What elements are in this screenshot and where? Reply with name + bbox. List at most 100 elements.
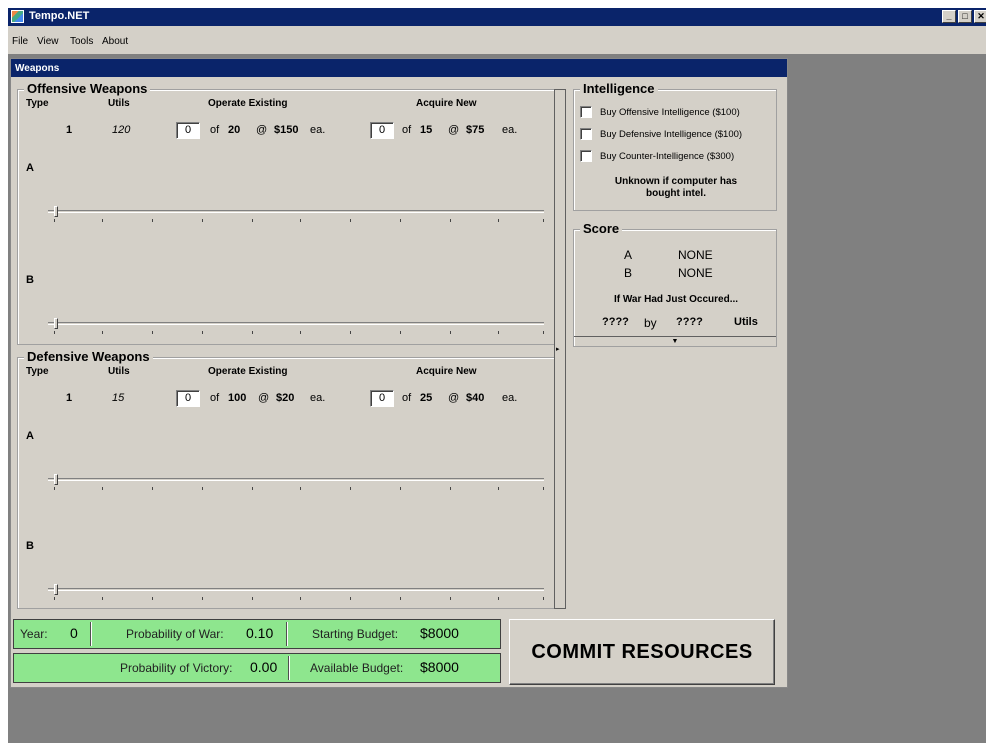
defensive-row-a-label: A — [26, 430, 34, 442]
defensive-acquire-ea: ea. — [502, 392, 518, 404]
menu-tools[interactable]: Tools — [70, 36, 93, 47]
defensive-type: 1 — [66, 392, 73, 404]
offensive-utils: 120 — [112, 124, 131, 136]
menu-file[interactable]: File — [12, 36, 28, 47]
minimize-button[interactable]: _ — [942, 10, 956, 23]
score-a-value: NONE — [678, 248, 713, 262]
intel-note-line2: bought intel. — [646, 188, 706, 199]
available-budget-label: Available Budget: — [310, 661, 404, 675]
score-by: by — [644, 316, 657, 330]
commit-resources-button[interactable]: COMMIT RESOURCES — [509, 619, 775, 685]
header-operate-existing: Operate Existing — [208, 366, 288, 377]
score-group: Score A NONE B NONE If War Had Just Occu… — [573, 221, 777, 347]
menu-about[interactable]: About — [102, 36, 128, 47]
header-utils: Utils — [108, 98, 130, 109]
offensive-acquire-ea: ea. — [502, 124, 518, 136]
offensive-weapons-group: Offensive Weapons Type Utils Operate Exi… — [17, 81, 559, 345]
offensive-a-slider[interactable] — [48, 206, 544, 222]
offensive-operate-at: @ — [256, 124, 268, 136]
defensive-b-slider[interactable] — [48, 584, 544, 600]
offensive-row-a-label: A — [26, 162, 34, 174]
score-a-label: A — [624, 248, 633, 262]
slider-thumb[interactable] — [54, 206, 58, 217]
buy-defensive-intel-checkbox[interactable] — [580, 128, 592, 140]
header-acquire-new: Acquire New — [416, 98, 477, 109]
defensive-operate-max: 100 — [228, 392, 247, 404]
available-budget-value: $8000 — [420, 659, 459, 675]
starting-budget-value: $8000 — [420, 625, 459, 641]
offensive-operate-price: $150 — [274, 124, 299, 136]
defensive-acquire-max: 25 — [420, 392, 433, 404]
close-button[interactable]: ✕ — [974, 10, 986, 23]
slider-thumb[interactable] — [54, 584, 58, 595]
slider-thumb[interactable] — [54, 318, 58, 329]
title-bar: Tempo.NET _ □ ✕ — [8, 8, 986, 26]
defensive-acquire-price: $40 — [466, 392, 485, 404]
offensive-type: 1 — [66, 124, 73, 136]
score-left: ???? — [602, 316, 629, 328]
window-title: Tempo.NET — [29, 10, 90, 22]
offensive-operate-max: 20 — [228, 124, 241, 136]
status-row-1: Year: 0 Probability of War: 0.10 Startin… — [13, 619, 501, 649]
defensive-operate-input[interactable]: 0 — [176, 390, 200, 407]
header-type: Type — [26, 98, 49, 109]
offensive-acquire-at: @ — [448, 124, 460, 136]
splitter-arrow-icon: ▸ — [556, 346, 560, 353]
offensive-weapons-title: Offensive Weapons — [24, 81, 151, 96]
header-type: Type — [26, 366, 49, 377]
score-right: ???? — [676, 316, 703, 328]
defensive-utils: 15 — [112, 392, 125, 404]
status-row-2: Probability of Victory: 0.00 Available B… — [13, 653, 501, 683]
defensive-acquire-at: @ — [448, 392, 460, 404]
score-b-label: B — [624, 266, 633, 280]
score-title: Score — [580, 221, 623, 236]
offensive-acquire-price: $75 — [466, 124, 485, 136]
defensive-acquire-of: of — [402, 392, 412, 404]
defensive-row-b-label: B — [26, 540, 34, 552]
header-acquire-new: Acquire New — [416, 366, 477, 377]
score-unit: Utils — [734, 316, 758, 328]
defensive-operate-of: of — [210, 392, 220, 404]
offensive-row-b-label: B — [26, 274, 34, 286]
offensive-acquire-of: of — [402, 124, 412, 136]
panel-splitter[interactable]: ▸ — [554, 89, 566, 609]
year-value: 0 — [70, 625, 78, 641]
header-operate-existing: Operate Existing — [208, 98, 288, 109]
chevron-down-icon: ▼ — [671, 338, 679, 345]
defensive-a-slider[interactable] — [48, 474, 544, 490]
defensive-operate-at: @ — [258, 392, 270, 404]
offensive-acquire-max: 15 — [420, 124, 433, 136]
intelligence-title: Intelligence — [580, 81, 658, 96]
buy-counter-intel-checkbox[interactable] — [580, 150, 592, 162]
header-utils: Utils — [108, 366, 130, 377]
weapons-window-title: Weapons — [11, 59, 787, 77]
buy-offensive-intel-label: Buy Offensive Intelligence ($100) — [600, 107, 740, 118]
defensive-weapons-title: Defensive Weapons — [24, 349, 153, 364]
score-b-value: NONE — [678, 266, 713, 280]
slider-thumb[interactable] — [54, 474, 58, 485]
menu-bar: File View Tools About — [8, 26, 986, 54]
offensive-operate-ea: ea. — [310, 124, 326, 136]
prob-victory-label: Probability of Victory: — [120, 661, 233, 675]
menu-view[interactable]: View — [37, 36, 59, 47]
buy-counter-intel-label: Buy Counter-Intelligence ($300) — [600, 151, 735, 162]
year-label: Year: — [20, 627, 48, 641]
buy-offensive-intel-checkbox[interactable] — [580, 106, 592, 118]
maximize-button[interactable]: □ — [958, 10, 972, 23]
score-expand-toggle[interactable]: ▼ — [574, 336, 776, 346]
offensive-acquire-input[interactable]: 0 — [370, 122, 394, 139]
prob-war-label: Probability of War: — [126, 627, 224, 641]
buy-defensive-intel-label: Buy Defensive Intelligence ($100) — [600, 129, 743, 140]
defensive-weapons-group: Defensive Weapons Type Utils Operate Exi… — [17, 349, 559, 609]
offensive-operate-input[interactable]: 0 — [176, 122, 200, 139]
offensive-operate-of: of — [210, 124, 220, 136]
defensive-acquire-input[interactable]: 0 — [370, 390, 394, 407]
defensive-operate-ea: ea. — [310, 392, 326, 404]
app-icon — [11, 10, 24, 23]
prob-victory-value: 0.00 — [250, 659, 278, 675]
starting-budget-label: Starting Budget: — [312, 627, 399, 641]
intelligence-group: Intelligence Buy Offensive Intelligence … — [573, 81, 777, 211]
defensive-operate-price: $20 — [276, 392, 295, 404]
intel-note-line1: Unknown if computer has — [614, 176, 738, 187]
offensive-b-slider[interactable] — [48, 318, 544, 334]
